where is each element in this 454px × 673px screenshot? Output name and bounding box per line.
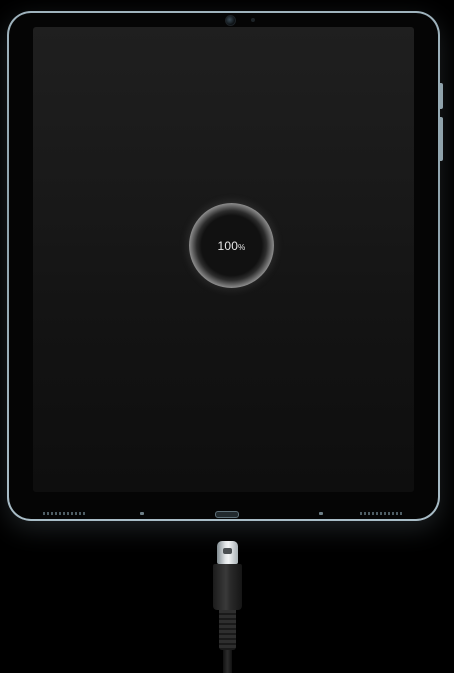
tablet-screen: 100% bbox=[33, 27, 414, 492]
speaker-grille-right bbox=[360, 512, 404, 515]
usb-c-port bbox=[215, 511, 239, 518]
power-button bbox=[440, 83, 443, 109]
sensor-dot bbox=[251, 18, 255, 22]
speaker-grille-left bbox=[43, 512, 87, 515]
microphone-hole bbox=[319, 512, 323, 515]
charging-indicator-ring: 100% bbox=[189, 203, 274, 288]
tablet-bezel: 100% bbox=[9, 13, 438, 519]
cable-plug-housing bbox=[213, 564, 242, 610]
microphone-hole bbox=[140, 512, 144, 515]
front-camera-icon bbox=[225, 15, 236, 26]
battery-level-value: 100 bbox=[217, 238, 239, 253]
tablet-device: 100% bbox=[7, 11, 443, 521]
cable-strain-relief bbox=[219, 610, 236, 650]
battery-level-text: 100% bbox=[218, 239, 246, 253]
product-scene: 100% bbox=[0, 0, 454, 673]
battery-level-unit: % bbox=[238, 242, 246, 252]
charging-cable bbox=[223, 650, 232, 673]
volume-button bbox=[440, 117, 443, 161]
usb-c-connector bbox=[217, 541, 238, 564]
